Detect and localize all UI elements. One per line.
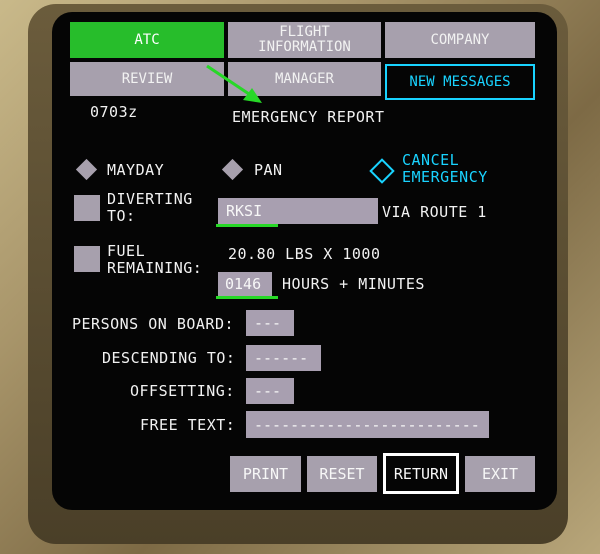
annotation-arrow-icon [206, 64, 262, 103]
annotation-arrow-shaft [206, 64, 253, 98]
